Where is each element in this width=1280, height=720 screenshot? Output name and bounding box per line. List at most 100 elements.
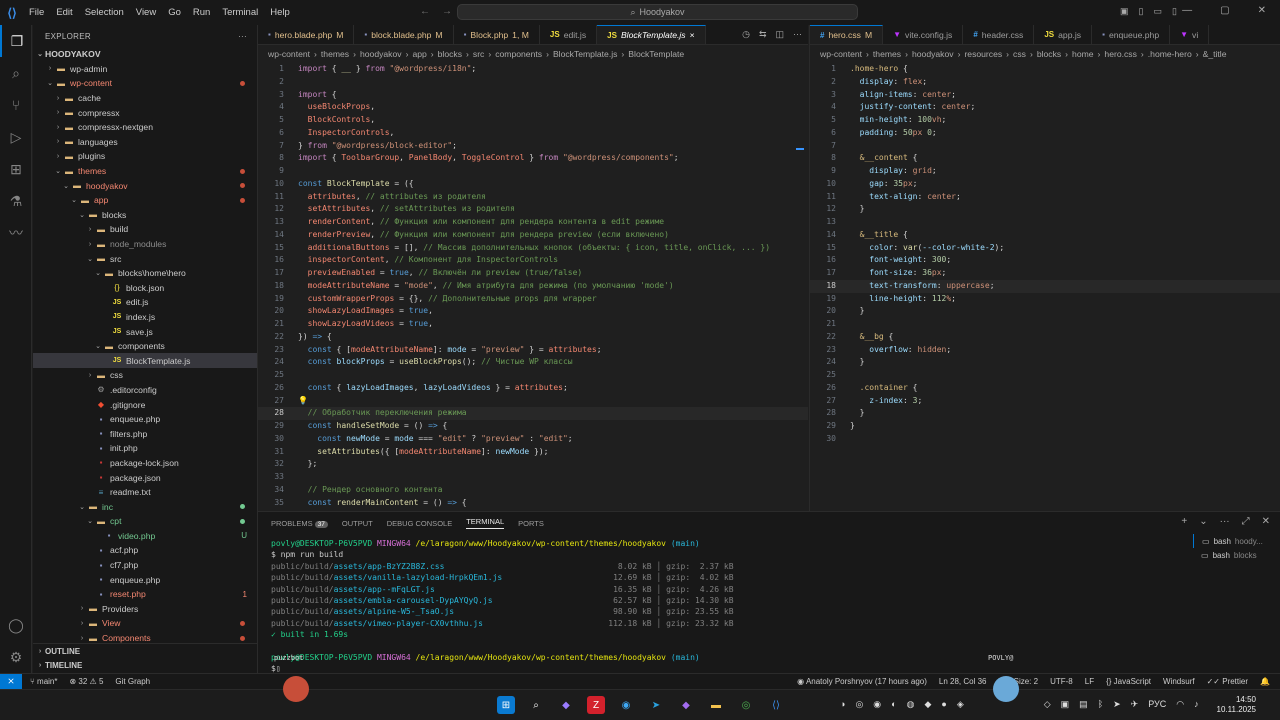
testing-icon[interactable]: ⚗	[0, 185, 32, 217]
obsidian-icon[interactable]: ◆	[677, 696, 695, 714]
chrome-icon[interactable]: ◎	[737, 696, 755, 714]
bluetooth-icon[interactable]: ᛒ	[1098, 699, 1103, 710]
tree-file[interactable]: JS BlockTemplate.js	[33, 353, 257, 369]
breadcrumb-item[interactable]: hoodyakov	[912, 49, 954, 59]
tray-icon[interactable]: ▤	[1079, 699, 1088, 710]
source-control-icon[interactable]: ⑂	[0, 89, 32, 121]
tray-icon[interactable]: ➤	[1113, 699, 1121, 710]
tray-icon[interactable]: ◑	[840, 699, 845, 710]
tab-problems[interactable]: PROBLEMS 37	[271, 519, 328, 528]
tree-file[interactable]: ▪ cf7.php	[33, 558, 257, 573]
tray-icon[interactable]: ●	[941, 699, 946, 710]
tree-folder[interactable]: › ▬ css	[33, 368, 257, 383]
close-panel-icon[interactable]: ✕	[1262, 516, 1270, 527]
discord-icon[interactable]: ◉	[873, 699, 881, 710]
menu-item-edit[interactable]: Edit	[56, 7, 72, 18]
tree-folder[interactable]: ⌄ ▬ cpt	[33, 514, 257, 529]
editor-tab[interactable]: ▼ vite.config.js	[883, 25, 964, 44]
breadcrumb-item[interactable]: blocks	[438, 49, 462, 59]
tree-folder[interactable]: › ▬ compressx-nextgen	[33, 120, 257, 135]
extensions-icon[interactable]: ⊞	[0, 153, 32, 185]
new-terminal-icon[interactable]: +	[1181, 516, 1187, 527]
outline-section[interactable]: › OUTLINE	[33, 644, 257, 659]
tree-folder[interactable]: › ▬ languages	[33, 135, 257, 150]
edge-icon[interactable]: ◉	[617, 696, 635, 714]
search-icon[interactable]: ⌕	[0, 57, 32, 89]
sidebar-toggle-icon[interactable]: ▯	[1139, 6, 1144, 17]
language-mode[interactable]: {} JavaScript	[1106, 677, 1151, 686]
steam-icon[interactable]: ◍	[907, 699, 915, 710]
tree-file[interactable]: {} block.json	[33, 281, 257, 296]
breadcrumb-item[interactable]: themes	[873, 49, 901, 59]
tree-file[interactable]: ▪ acf.php	[33, 543, 257, 558]
breadcrumb-item[interactable]: components	[495, 49, 542, 59]
maximize-panel-icon[interactable]: ⤢	[1242, 516, 1250, 527]
start-windows-icon[interactable]: ⊞	[497, 696, 515, 714]
breadcrumb-item[interactable]: .home-hero	[1148, 49, 1192, 59]
terminal-instance[interactable]: ▭ bash blocks	[1193, 548, 1280, 562]
tree-folder[interactable]: › ▬ View	[33, 616, 257, 631]
git-graph-status[interactable]: Git Graph	[115, 677, 150, 686]
tree-folder[interactable]: ⌄ ▬ wp-content	[33, 76, 257, 91]
breadcrumb-item[interactable]: blocks	[1037, 49, 1061, 59]
back-arrow-icon[interactable]: ←	[420, 6, 430, 17]
tree-folder[interactable]: › ▬ build	[33, 222, 257, 237]
tree-file[interactable]: ▪ enqueue.php	[33, 412, 257, 427]
more-actions-icon[interactable]: ···	[1220, 516, 1230, 527]
tray-icon[interactable]: ▣	[1061, 699, 1070, 710]
tree-file[interactable]: ▪ init.php	[33, 441, 257, 456]
tree-folder[interactable]: ⌄ ▬ themes	[33, 164, 257, 179]
menu-item-view[interactable]: View	[136, 7, 156, 18]
file-explorer-icon[interactable]: ▬	[707, 696, 725, 714]
editor-tab[interactable]: ▪ hero.blade.php M	[258, 25, 355, 44]
settings-gear-icon[interactable]: ⚙	[0, 641, 32, 673]
close-tab-icon[interactable]: ×	[690, 30, 695, 40]
tree-file[interactable]: ◆ .gitignore	[33, 397, 257, 412]
tab-terminal[interactable]: TERMINAL	[466, 517, 505, 529]
timeline-section[interactable]: › TIMELINE	[33, 659, 257, 673]
breadcrumb-item[interactable]: hero.css	[1104, 49, 1136, 59]
branch-status[interactable]: ⑂ main*	[30, 677, 57, 686]
tree-folder[interactable]: › ▬ node_modules	[33, 237, 257, 252]
tray-icon[interactable]: ◎	[855, 699, 863, 710]
breadcrumb-item[interactable]: app	[412, 49, 426, 59]
breadcrumb-item[interactable]: BlockTemplate	[628, 49, 684, 59]
tree-file[interactable]: ▪ package.json	[33, 470, 257, 485]
tray-icon[interactable]: ◆	[924, 699, 931, 710]
explorer-icon[interactable]: ❐	[0, 25, 32, 57]
explorer-root[interactable]: ⌄ HOODYAKOV	[33, 47, 257, 62]
run-debug-icon[interactable]: ▷	[0, 121, 32, 153]
tray-icon[interactable]: ◈	[957, 699, 964, 710]
encoding[interactable]: UTF-8	[1050, 677, 1073, 686]
editor-tab[interactable]: JS edit.js	[540, 25, 598, 44]
chevron-down-icon[interactable]: ⌄	[1199, 516, 1207, 527]
breadcrumb-item[interactable]: wp-content	[268, 49, 310, 59]
app-icon[interactable]: ◆	[557, 696, 575, 714]
breadcrumb-item[interactable]: css	[1013, 49, 1026, 59]
terminal-output[interactable]: povly@DESKTOP-P6V5PVD MINGW64 /e/laragon…	[271, 538, 1191, 675]
editor-tab[interactable]: JS app.js	[1034, 25, 1093, 44]
breadcrumb-item[interactable]: themes	[321, 49, 349, 59]
volume-icon[interactable]: ♪	[1194, 699, 1199, 710]
breadcrumb-item[interactable]: resources	[964, 49, 1002, 59]
tree-file[interactable]: ▪ enqueue.php	[33, 572, 257, 587]
more-actions-icon[interactable]: ···	[238, 32, 247, 41]
tree-folder[interactable]: ⌄ ▬ inc	[33, 499, 257, 514]
tree-file[interactable]: JS index.js	[33, 310, 257, 325]
tree-folder[interactable]: › ▬ plugins	[33, 149, 257, 164]
tree-file[interactable]: ⚙ .editorconfig	[33, 383, 257, 398]
tree-file[interactable]: ▪ package-lock.json	[33, 456, 257, 471]
tray-icon[interactable]: ✈	[1131, 699, 1139, 710]
breadcrumb-item[interactable]: wp-content	[820, 49, 862, 59]
editor-tab[interactable]: ▪ block.blade.php M	[354, 25, 454, 44]
tab-ports[interactable]: PORTS	[518, 519, 544, 528]
split-editor-icon[interactable]: ◫	[775, 29, 784, 40]
tree-file[interactable]: ▪ reset.php 1	[33, 587, 257, 602]
remote-indicator-icon[interactable]: ⨯	[0, 673, 22, 690]
maximize-icon[interactable]: ▢	[1220, 5, 1229, 16]
menu-item-terminal[interactable]: Terminal	[222, 7, 258, 18]
forward-arrow-icon[interactable]: →	[442, 6, 452, 17]
clock[interactable]: 14:50 10.11.2025	[1217, 695, 1256, 715]
tree-folder[interactable]: ⌄ ▬ hoodyakov	[33, 178, 257, 193]
panel-toggle-icon[interactable]: ▭	[1153, 6, 1162, 17]
